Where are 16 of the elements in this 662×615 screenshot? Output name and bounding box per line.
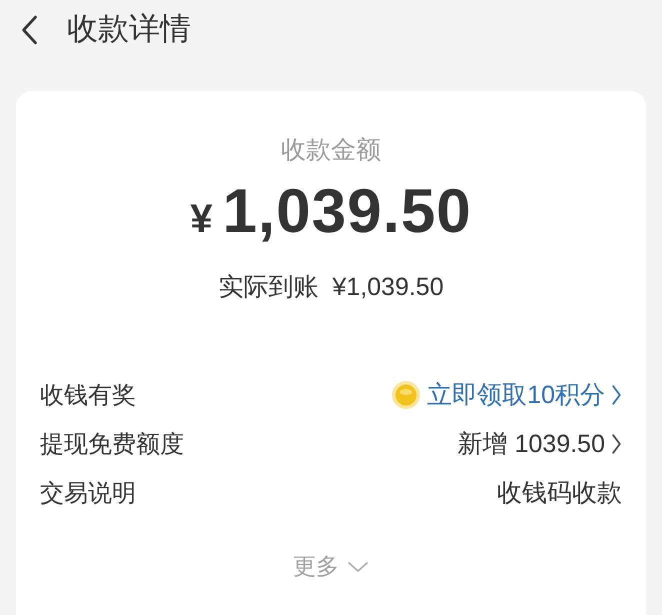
amount-value: 1,039.50 (222, 180, 472, 244)
received-label: 实际到账 (218, 272, 318, 303)
received-value: ¥1,039.50 (332, 272, 444, 303)
row-label: 交易说明 (40, 478, 136, 508)
row-label: 收钱有奖 (40, 380, 136, 410)
row-label: 提现免费额度 (40, 430, 184, 460)
chevron-right-icon[interactable] (611, 432, 622, 454)
amount-label: 收款金额 (281, 135, 381, 166)
more-button[interactable]: 更多 (293, 551, 339, 582)
currency-symbol: ¥ (190, 196, 212, 243)
row-value[interactable]: 立即领取10积分 (427, 378, 605, 411)
page-title: 收款详情 (67, 10, 191, 48)
row-value: 收钱码收款 (497, 478, 622, 509)
coin-icon (391, 380, 422, 410)
chevron-right-icon[interactable] (611, 384, 622, 406)
row-value[interactable]: 新增 1039.50 (458, 427, 605, 460)
